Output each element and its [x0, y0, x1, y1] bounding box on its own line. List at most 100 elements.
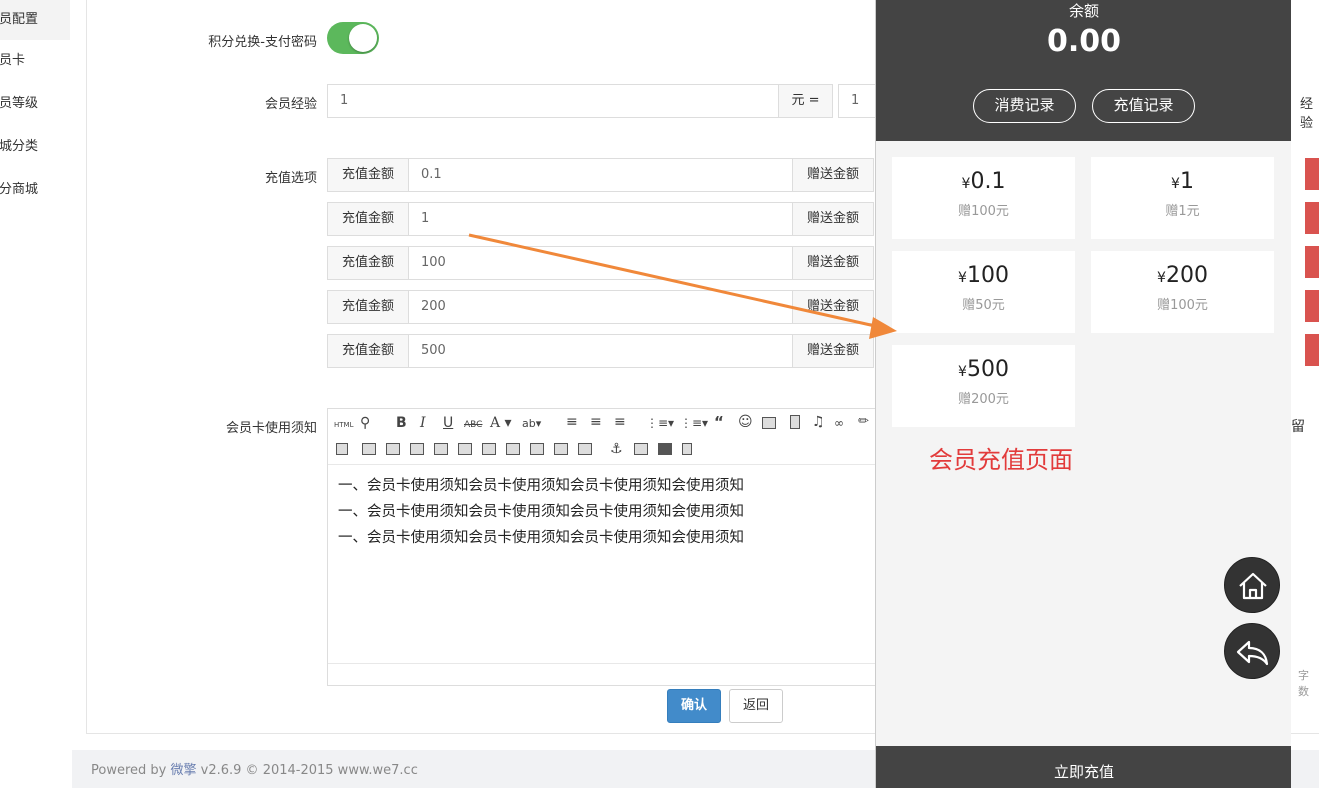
sidebar: 会员配置 会员卡 会员等级 商城分类 积分商城 — [0, 0, 72, 788]
sidebar-item-member-card[interactable]: 会员卡 — [0, 41, 25, 81]
editor-line: 一、会员卡使用须知会员卡使用须知会员卡使用须知会使用须知 — [338, 504, 744, 520]
member-exp-input[interactable]: 1 — [327, 84, 779, 118]
amount-input[interactable]: 500 — [408, 334, 793, 368]
recharge-card[interactable]: ¥1 赠1元 — [1091, 157, 1274, 239]
amount-value: 1 — [1179, 169, 1194, 194]
recharge-options-label: 充值选项 — [264, 171, 317, 186]
print-icon[interactable] — [658, 443, 672, 455]
insert-row-icon[interactable] — [362, 443, 376, 455]
anchor-icon[interactable]: ⚓ — [610, 441, 623, 457]
recharge-card[interactable]: ¥500 赠200元 — [892, 345, 1075, 427]
amount-input[interactable]: 1 — [408, 202, 793, 236]
delete-option-button[interactable] — [1305, 158, 1319, 190]
preview-icon[interactable] — [682, 443, 692, 455]
sidebar-item-mall-category[interactable]: 商城分类 — [0, 127, 38, 167]
underline-icon[interactable]: U — [443, 415, 453, 431]
video-icon[interactable] — [790, 415, 800, 429]
link-icon[interactable]: ∞ — [834, 415, 844, 431]
member-exp-label: 会员经验 — [264, 97, 317, 112]
quote-icon[interactable]: “ — [714, 414, 724, 430]
merge-icon[interactable] — [386, 443, 400, 455]
delete-option-button[interactable] — [1305, 334, 1319, 366]
zoom-icon[interactable]: ⚲ — [360, 415, 370, 431]
card-amount: ¥1 — [1091, 169, 1274, 194]
align-center-icon[interactable]: ≡ — [590, 414, 602, 430]
back-nav-button[interactable] — [1224, 623, 1280, 679]
sidebar-item-member-level[interactable]: 会员等级 — [0, 84, 38, 124]
music-icon[interactable]: ♫ — [812, 414, 825, 430]
home-button[interactable] — [1224, 557, 1280, 613]
yen-symbol: ¥ — [1157, 270, 1166, 286]
editor-right-fragment: 留 — [1291, 419, 1305, 435]
split-icon[interactable] — [434, 443, 448, 455]
footer-brand[interactable]: 微擎 — [171, 763, 197, 778]
amount-input[interactable]: 0.1 — [408, 158, 793, 192]
amount-addon: 充值金额 — [327, 202, 409, 236]
editor-line: 一、会员卡使用须知会员卡使用须知会员卡使用须知会使用须知 — [338, 530, 744, 546]
editor-line: 一、会员卡使用须知会员卡使用须知会员卡使用须知会使用须知 — [338, 478, 744, 494]
split-cells-icon[interactable] — [578, 443, 592, 455]
eraser-icon[interactable]: ✏ — [858, 414, 869, 430]
amount-input[interactable]: 200 — [408, 290, 793, 324]
merge-right-icon[interactable] — [530, 443, 544, 455]
card-amount: ¥200 — [1091, 263, 1274, 288]
card-gift: 赠100元 — [958, 204, 1009, 219]
delete-option-button[interactable] — [1305, 202, 1319, 234]
balance-value: 0.00 — [1046, 24, 1122, 59]
ordered-list-icon[interactable]: ⋮≡▾ — [646, 415, 674, 431]
insert-col-icon[interactable] — [410, 443, 424, 455]
merge-down-icon[interactable] — [554, 443, 568, 455]
editor-footer — [328, 663, 886, 685]
html-source-icon[interactable]: HTML — [334, 417, 353, 433]
back-button[interactable]: 返回 — [729, 689, 783, 723]
delete-row-icon[interactable] — [458, 443, 472, 455]
amount-input[interactable]: 100 — [408, 246, 793, 280]
recharge-card[interactable]: ¥100 赠50元 — [892, 251, 1075, 333]
points-exchange-toggle[interactable] — [327, 22, 379, 54]
sidebar-item-points-mall[interactable]: 积分商城 — [0, 170, 38, 210]
rich-text-editor: HTML ⚲ B I U ABC A ▾ ab▾ ≡ ≡ ≡ ⋮≡▾ ⋮≡▾ “… — [327, 408, 887, 686]
sidebar-item-member-config[interactable]: 会员配置 — [0, 0, 70, 40]
card-amount: ¥500 — [892, 357, 1075, 382]
recharge-card[interactable]: ¥200 赠100元 — [1091, 251, 1274, 333]
emoji-icon[interactable]: ☺ — [738, 414, 753, 430]
card-gift: 赠1元 — [1165, 204, 1200, 219]
amount-addon: 充值金额 — [327, 246, 409, 280]
confirm-button[interactable]: 确认 — [667, 689, 721, 723]
recharge-now-button[interactable]: 立即充值 — [876, 746, 1291, 788]
align-left-icon[interactable]: ≡ — [566, 414, 578, 430]
yen-symbol: ¥ — [1171, 176, 1180, 192]
strikethrough-icon[interactable]: ABC — [464, 417, 482, 433]
align-right-icon[interactable]: ≡ — [614, 414, 626, 430]
consume-record-button[interactable]: 消费记录 — [973, 89, 1076, 123]
card-amount: ¥0.1 — [892, 169, 1075, 194]
points-exchange-label: 积分兑换-支付密码 — [208, 35, 317, 50]
image-icon[interactable] — [762, 417, 776, 429]
table-insert-icon[interactable] — [336, 443, 348, 455]
amount-addon: 充值金额 — [327, 158, 409, 192]
amount-value: 500 — [966, 357, 1009, 382]
unordered-list-icon[interactable]: ⋮≡▾ — [680, 415, 708, 431]
italic-icon[interactable]: I — [420, 415, 426, 431]
gift-addon: 赠送金额 — [792, 334, 874, 368]
balance-label: 余额 — [1068, 2, 1099, 20]
recharge-card[interactable]: ¥0.1 赠100元 — [892, 157, 1075, 239]
delete-col-icon[interactable] — [482, 443, 496, 455]
gift-addon: 赠送金额 — [792, 202, 874, 236]
bold-icon[interactable]: B — [396, 415, 407, 431]
recharge-record-button[interactable]: 充值记录 — [1092, 89, 1195, 123]
editor-content[interactable]: 一、会员卡使用须知会员卡使用须知会员卡使用须知会使用须知 一、会员卡使用须知会员… — [328, 465, 886, 559]
font-color-icon[interactable]: A ▾ — [490, 415, 512, 431]
delete-option-button[interactable] — [1305, 290, 1319, 322]
merge-cells-icon[interactable] — [506, 443, 520, 455]
gift-addon: 赠送金额 — [792, 246, 874, 280]
highlight-icon[interactable]: ab▾ — [522, 416, 541, 432]
card-gift: 赠50元 — [962, 298, 1005, 313]
delete-option-button[interactable] — [1305, 246, 1319, 278]
member-exp-input-2[interactable]: 1 — [838, 84, 878, 118]
footer-version: v2.6.9 © 2014-2015 www.we7.cc — [200, 763, 418, 778]
editor-toolbar: HTML ⚲ B I U ABC A ▾ ab▾ ≡ ≡ ≡ ⋮≡▾ ⋮≡▾ “… — [328, 409, 886, 465]
template-icon[interactable] — [634, 443, 648, 455]
footer: Powered by 微擎 v2.6.9 © 2014-2015 www.we7… — [91, 759, 418, 778]
footer-powered: Powered by — [91, 763, 167, 778]
